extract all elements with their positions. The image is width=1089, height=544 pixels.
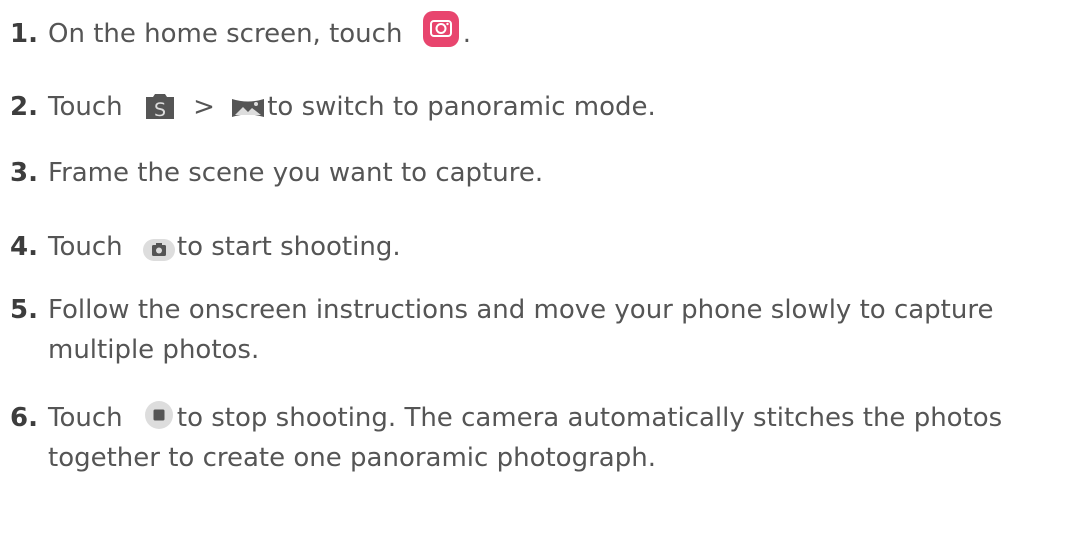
step-number: 3. (10, 158, 38, 188)
svg-text:S: S (154, 99, 166, 121)
step-text-end: . (462, 19, 471, 49)
step-text-end: to stop shooting. The camera automatical… (48, 403, 1003, 473)
panorama-mode-icon (231, 92, 265, 117)
step-text: Touch (48, 232, 123, 262)
list-item: 2. Touch S > to switch to panoramic mode… (10, 87, 1085, 127)
instruction-list: 1. On the home screen, touch . 2. Touch … (10, 10, 1085, 478)
step-text: Touch (48, 403, 123, 433)
step-text: Touch (48, 92, 123, 122)
stop-button-icon (144, 400, 173, 429)
step-number: 1. (10, 19, 38, 49)
step-number: 4. (10, 232, 38, 262)
step-number: 6. (10, 403, 38, 433)
step-number: 2. (10, 92, 38, 122)
list-item: 5. Follow the onscreen instructions and … (10, 290, 1085, 370)
list-item: 3. Frame the scene you want to capture. (10, 153, 1085, 193)
list-item: 1. On the home screen, touch . (10, 10, 1085, 54)
list-item: 4. Touch to start shooting. (10, 227, 1085, 267)
camera-modes-icon: S (143, 91, 177, 121)
step-text-end: to switch to panoramic mode. (267, 92, 656, 122)
list-item: 6. Touch to stop shooting. The camera au… (10, 398, 1085, 478)
camera-app-icon (422, 10, 459, 47)
step-text: Follow the onscreen instructions and mov… (48, 295, 994, 365)
shutter-button-icon (142, 233, 175, 261)
step-separator: > (193, 92, 215, 122)
step-text-end: to start shooting. (176, 232, 401, 262)
step-text: On the home screen, touch (48, 19, 403, 49)
step-number: 5. (10, 295, 38, 325)
step-text: Frame the scene you want to capture. (48, 158, 544, 188)
